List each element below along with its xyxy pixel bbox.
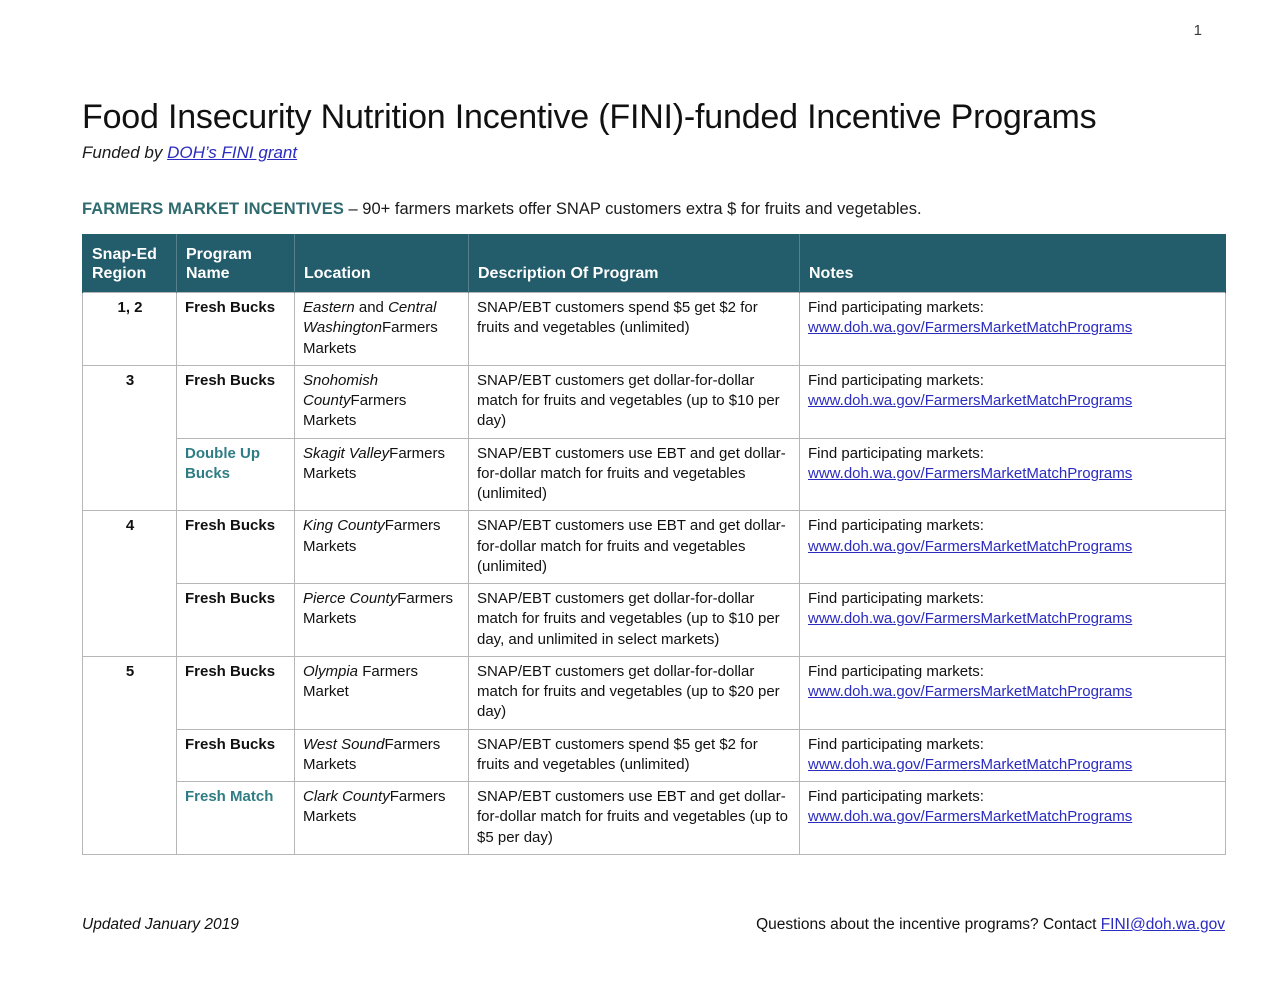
column-header-line2: Name xyxy=(186,264,230,282)
cell-program-name: Fresh Bucks xyxy=(176,364,295,439)
farmers-market-match-programs-link[interactable]: www.doh.wa.gov/FarmersMarketMatchProgram… xyxy=(808,319,1132,336)
notes-label: Find participating markets: xyxy=(808,517,984,535)
cell-description: SNAP/EBT customers use EBT and get dolla… xyxy=(468,781,800,855)
cell-location: Skagit ValleyFarmers Markets xyxy=(294,437,469,512)
cell-description: SNAP/EBT customers get dollar-for-dollar… xyxy=(468,655,800,730)
cell-notes: Find participating markets: www.doh.wa.go… xyxy=(799,583,1226,657)
cell-location: Clark CountyFarmers Markets xyxy=(294,781,469,855)
cell-location: Pierce CountyFarmers Markets xyxy=(294,583,469,657)
location-italic: Olympia xyxy=(303,662,359,680)
cell-notes: Find participating markets: www.doh.wa.go… xyxy=(799,781,1226,855)
cell-snap-ed-region: 1, 2 xyxy=(82,292,177,366)
table-row: 1, 2 Fresh Bucks Eastern and Central Washi… xyxy=(82,292,1226,366)
cell-program-name: Fresh Bucks xyxy=(176,655,295,730)
farmers-market-match-programs-link[interactable]: www.doh.wa.gov/FarmersMarketMatchProgram… xyxy=(808,756,1132,773)
column-header-location: Location xyxy=(294,234,469,293)
table-header-row: Snap-Ed Region Program Name Location Des… xyxy=(82,234,1226,293)
section-heading: FARMERS MARKET INCENTIVES – 90+ farmers … xyxy=(82,199,1225,220)
cell-description: SNAP/EBT customers get dollar-for-dollar… xyxy=(468,583,800,657)
cell-location: Olympia Farmers Market xyxy=(294,655,469,730)
footer-contact-email-link[interactable]: FINI@doh.wa.gov xyxy=(1101,916,1225,933)
cell-notes: Find participating markets: www.doh.wa.go… xyxy=(799,364,1226,439)
page-number: 1 xyxy=(1193,22,1202,39)
cell-location: King CountyFarmers Markets xyxy=(294,510,469,585)
cell-notes: Find participating markets: www.doh.wa.go… xyxy=(799,655,1226,730)
cell-snap-ed-region: 4 xyxy=(82,510,177,657)
farmers-market-match-programs-link[interactable]: www.doh.wa.gov/FarmersMarketMatchProgram… xyxy=(808,538,1132,555)
funded-by-line: Funded by DOH’s FINI grant xyxy=(82,143,1225,163)
farmers-market-match-programs-link[interactable]: www.doh.wa.gov/FarmersMarketMatchProgram… xyxy=(808,808,1132,825)
cell-description: SNAP/EBT customers spend $5 get $2 for f… xyxy=(468,728,800,783)
cell-location: Snohomish CountyFarmers Markets xyxy=(294,364,469,439)
notes-label: Find participating markets: xyxy=(808,590,984,608)
cell-location: Eastern and Central WashingtonFarmers Ma… xyxy=(294,292,469,366)
column-header-line2: Region xyxy=(92,264,147,282)
notes-label: Find participating markets: xyxy=(808,299,984,317)
cell-description: SNAP/EBT customers get dollar-for-dollar… xyxy=(468,364,800,439)
table-row: Fresh Bucks Pierce CountyFarmers Markets S… xyxy=(83,583,1226,657)
cell-notes: Find participating markets: www.doh.wa.go… xyxy=(799,728,1226,783)
footer-updated-date: Updated January 2019 xyxy=(82,916,239,933)
table-body: 1, 2 Fresh Bucks Eastern and Central Washi… xyxy=(82,292,1226,855)
location-italic: Eastern xyxy=(303,299,355,317)
cell-program-name: Fresh Bucks xyxy=(176,510,295,585)
column-header-line1: Snap-Ed xyxy=(92,245,157,263)
notes-label: Find participating markets: xyxy=(808,735,984,753)
doh-fini-grant-link[interactable]: DOH’s FINI grant xyxy=(167,143,297,162)
table-row: Fresh Match Clark CountyFarmers Markets SN… xyxy=(83,781,1226,855)
document-page: 1 Food Insecurity Nutrition Incentive (F… xyxy=(0,0,1280,989)
location-italic: Skagit Valley xyxy=(303,444,390,462)
cell-description: SNAP/EBT customers use EBT and get dolla… xyxy=(468,510,800,585)
table-header: Snap-Ed Region Program Name Location Des… xyxy=(82,234,1226,293)
farmers-market-match-programs-link[interactable]: www.doh.wa.gov/FarmersMarketMatchProgram… xyxy=(808,683,1132,700)
cell-snap-ed-region: 5 xyxy=(82,655,177,855)
column-header-line1: Program xyxy=(186,245,252,263)
location-italic: King County xyxy=(303,517,385,535)
cell-description: SNAP/EBT customers spend $5 get $2 for f… xyxy=(468,292,800,366)
page-footer: Updated January 2019 Questions about the… xyxy=(82,915,1225,935)
column-header-description: Description Of Program xyxy=(468,234,800,293)
footer-contact-label: Questions about the incentive programs? … xyxy=(756,916,1101,933)
cell-notes: Find participating markets: www.doh.wa.go… xyxy=(799,510,1226,585)
cell-location: West SoundFarmers Markets xyxy=(294,728,469,783)
notes-label: Find participating markets: xyxy=(808,444,984,462)
cell-program-name: Fresh Match xyxy=(176,781,295,855)
table-row: 3 Fresh Bucks Snohomish CountyFarmers Mark… xyxy=(82,364,1226,512)
cell-notes: Find participating markets: www.doh.wa.go… xyxy=(799,437,1226,512)
location-italic: West Sound xyxy=(303,735,385,753)
page-title: Food Insecurity Nutrition Incentive (FIN… xyxy=(82,98,1097,136)
notes-label: Find participating markets: xyxy=(808,371,984,389)
cell-program-name: Double Up Bucks xyxy=(176,437,295,512)
notes-label: Find participating markets: xyxy=(808,662,984,680)
location-connector: and xyxy=(354,299,389,317)
farmers-market-match-programs-link[interactable]: www.doh.wa.gov/FarmersMarketMatchProgram… xyxy=(808,392,1132,409)
cell-program-name: Fresh Bucks xyxy=(176,583,295,657)
farmers-market-match-programs-link[interactable]: www.doh.wa.gov/FarmersMarketMatchProgram… xyxy=(808,465,1132,482)
footer-contact: Questions about the incentive programs? … xyxy=(756,915,1225,935)
table-row: Double Up Bucks Skagit ValleyFarmers Mark… xyxy=(83,437,1226,512)
document-content: Food Insecurity Nutrition Incentive (FIN… xyxy=(82,98,1226,855)
location-italic: Clark County xyxy=(303,788,390,806)
cell-notes: Find participating markets: www.doh.wa.go… xyxy=(799,292,1226,366)
funded-by-label: Funded by xyxy=(82,143,168,163)
table-row: 4 Fresh Bucks King CountyFarmers Markets SN… xyxy=(82,510,1226,657)
location-italic: Pierce County xyxy=(303,590,398,608)
incentive-programs-table: Snap-Ed Region Program Name Location Des… xyxy=(82,234,1226,855)
column-header-program-name: Program Name xyxy=(176,234,295,293)
section-heading-description: – 90+ farmers markets offer SNAP custome… xyxy=(343,200,922,219)
cell-description: SNAP/EBT customers use EBT and get dolla… xyxy=(468,437,800,512)
cell-snap-ed-region: 3 xyxy=(82,364,177,512)
table-row: Fresh Bucks West SoundFarmers Markets SNAP… xyxy=(83,728,1226,783)
farmers-market-match-programs-link[interactable]: www.doh.wa.gov/FarmersMarketMatchProgram… xyxy=(808,610,1132,627)
cell-program-name: Fresh Bucks xyxy=(176,728,295,783)
cell-program-name: Fresh Bucks xyxy=(176,292,295,366)
section-heading-title: FARMERS MARKET INCENTIVES xyxy=(82,200,344,219)
table-row: 5 Fresh Bucks Olympia Farmers Market SNAP/E… xyxy=(82,655,1226,855)
column-header-snap-ed-region: Snap-Ed Region xyxy=(82,234,177,293)
column-header-notes: Notes xyxy=(799,234,1226,293)
notes-label: Find participating markets: xyxy=(808,788,984,806)
